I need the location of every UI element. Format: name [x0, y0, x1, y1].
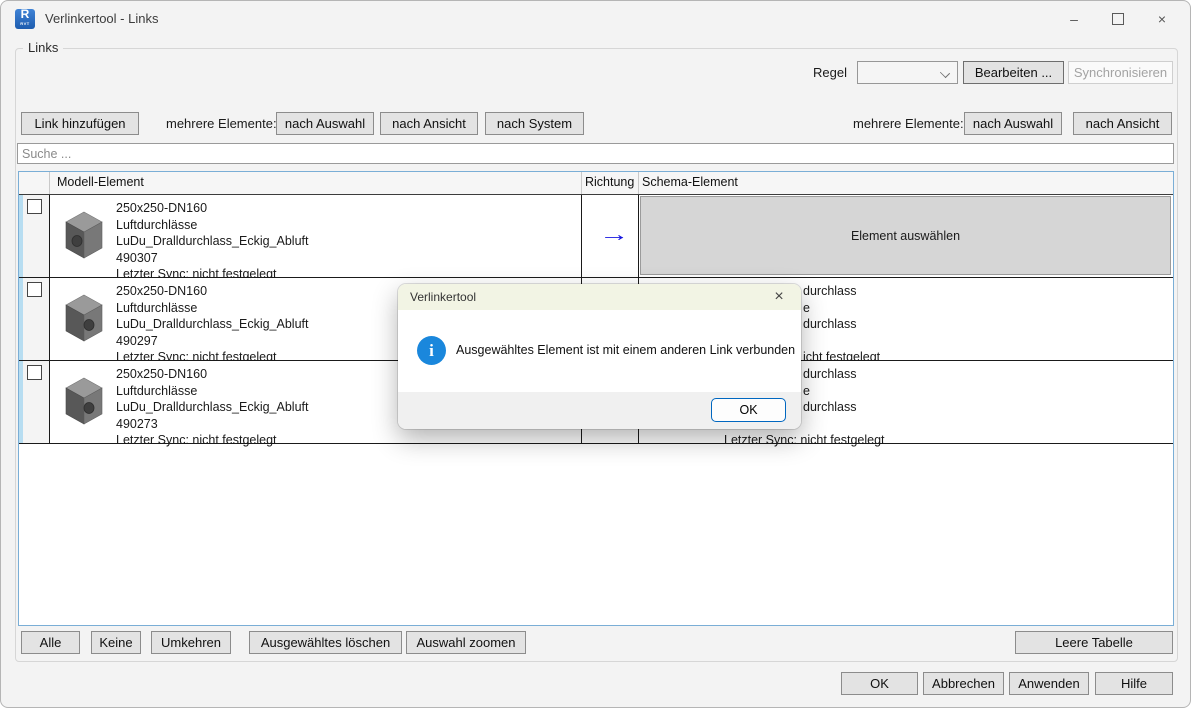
auswahl-zoomen-button[interactable]: Auswahl zoomen	[406, 631, 526, 654]
hilfe-button[interactable]: Hilfe	[1095, 672, 1173, 695]
chevron-down-icon	[940, 68, 950, 78]
umkehren-button[interactable]: Umkehren	[151, 631, 231, 654]
model-element-text: 250x250-DN160 Luftdurchlässe LuDu_Dralld…	[116, 366, 308, 449]
nach-auswahl-button-left[interactable]: nach Auswahl	[276, 112, 374, 135]
schema-text-fragment: durchlass	[803, 399, 857, 416]
title-bar: R RVT Verlinkertool - Links – ×	[1, 1, 1190, 37]
schema-text-fragment: durchlass	[803, 366, 857, 383]
cube-icon	[63, 291, 105, 345]
anwenden-button[interactable]: Anwenden	[1009, 672, 1089, 695]
minimize-icon: –	[1070, 11, 1078, 27]
search-input[interactable]	[17, 143, 1174, 164]
revit-icon-sub: RVT	[20, 19, 29, 29]
schema-text-fragment: durchlass	[803, 283, 857, 300]
regel-dropdown[interactable]	[857, 61, 958, 84]
revit-icon-letter: R	[21, 9, 30, 19]
app-window: R RVT Verlinkertool - Links – × Links Re…	[0, 0, 1191, 708]
ok-button[interactable]: OK	[841, 672, 918, 695]
leere-tabelle-button[interactable]: Leere Tabelle	[1015, 631, 1173, 654]
dialog-close-button[interactable]: ×	[769, 287, 789, 307]
maximize-button[interactable]	[1096, 4, 1140, 34]
links-group-label: Links	[23, 40, 63, 55]
schema-text-fragment: e	[803, 300, 810, 317]
close-button[interactable]: ×	[1140, 4, 1184, 34]
window-title: Verlinkertool - Links	[45, 11, 158, 26]
table-row[interactable]: 250x250-DN160 Luftdurchlässe LuDu_Dralld…	[19, 195, 1173, 278]
close-icon: ×	[774, 288, 783, 306]
checkbox-cell	[23, 361, 50, 443]
minimize-button[interactable]: –	[1052, 4, 1096, 34]
ausgewaehltes-loeschen-button[interactable]: Ausgewähltes löschen	[249, 631, 402, 654]
schema-text-fragment: Letzter Sync: nicht festgelegt	[724, 432, 885, 449]
column-header-schema-element[interactable]: Schema-Element	[642, 175, 738, 189]
mehrere-elemente-label-left: mehrere Elemente:	[166, 116, 277, 131]
column-header-modell-element[interactable]: Modell-Element	[57, 175, 144, 189]
message-dialog: Verlinkertool × i Ausgewähltes Element i…	[398, 284, 801, 429]
bearbeiten-button[interactable]: Bearbeiten ...	[963, 61, 1064, 84]
cube-icon	[63, 374, 105, 428]
model-element-text: 250x250-DN160 Luftdurchlässe LuDu_Dralld…	[116, 200, 308, 283]
info-icon: i	[417, 336, 446, 365]
table-header: Modell-Element Richtung Schema-Element	[19, 172, 1173, 195]
row-checkbox[interactable]	[27, 365, 42, 380]
row-checkbox[interactable]	[27, 199, 42, 214]
maximize-icon	[1112, 13, 1124, 25]
row-checkbox[interactable]	[27, 282, 42, 297]
cube-icon	[63, 208, 105, 262]
nach-system-button[interactable]: nach System	[485, 112, 584, 135]
alle-button[interactable]: Alle	[21, 631, 80, 654]
nach-ansicht-button-right[interactable]: nach Ansicht	[1073, 112, 1172, 135]
keine-button[interactable]: Keine	[91, 631, 141, 654]
checkbox-cell	[23, 195, 50, 277]
synchronisieren-button: Synchronisieren	[1068, 61, 1173, 84]
abbrechen-button[interactable]: Abbrechen	[923, 672, 1004, 695]
schema-text-fragment: durchlass	[803, 316, 857, 333]
mehrere-elemente-label-right: mehrere Elemente:	[853, 116, 964, 131]
close-icon: ×	[1158, 11, 1166, 27]
regel-label: Regel	[813, 65, 847, 80]
nach-ansicht-button-left[interactable]: nach Ansicht	[380, 112, 478, 135]
model-element-text: 250x250-DN160 Luftdurchlässe LuDu_Dralld…	[116, 283, 308, 366]
schema-element-cell: Element auswählen	[639, 195, 1173, 277]
dialog-body: i Ausgewähltes Element ist mit einem and…	[398, 310, 801, 392]
schema-text-fragment: e	[803, 383, 810, 400]
element-auswaehlen-button[interactable]: Element auswählen	[640, 196, 1171, 275]
column-header-richtung[interactable]: Richtung	[585, 175, 634, 189]
dialog-title: Verlinkertool	[410, 290, 476, 304]
link-hinzufuegen-button[interactable]: Link hinzufügen	[21, 112, 139, 135]
dialog-title-bar: Verlinkertool ×	[398, 284, 801, 310]
dialog-message: Ausgewähltes Element ist mit einem ander…	[456, 343, 795, 357]
nach-auswahl-button-right[interactable]: nach Auswahl	[964, 112, 1062, 135]
revit-icon: R RVT	[15, 9, 35, 29]
dialog-footer: OK	[398, 392, 801, 429]
checkbox-cell	[23, 278, 50, 360]
dialog-ok-button[interactable]: OK	[711, 398, 786, 422]
